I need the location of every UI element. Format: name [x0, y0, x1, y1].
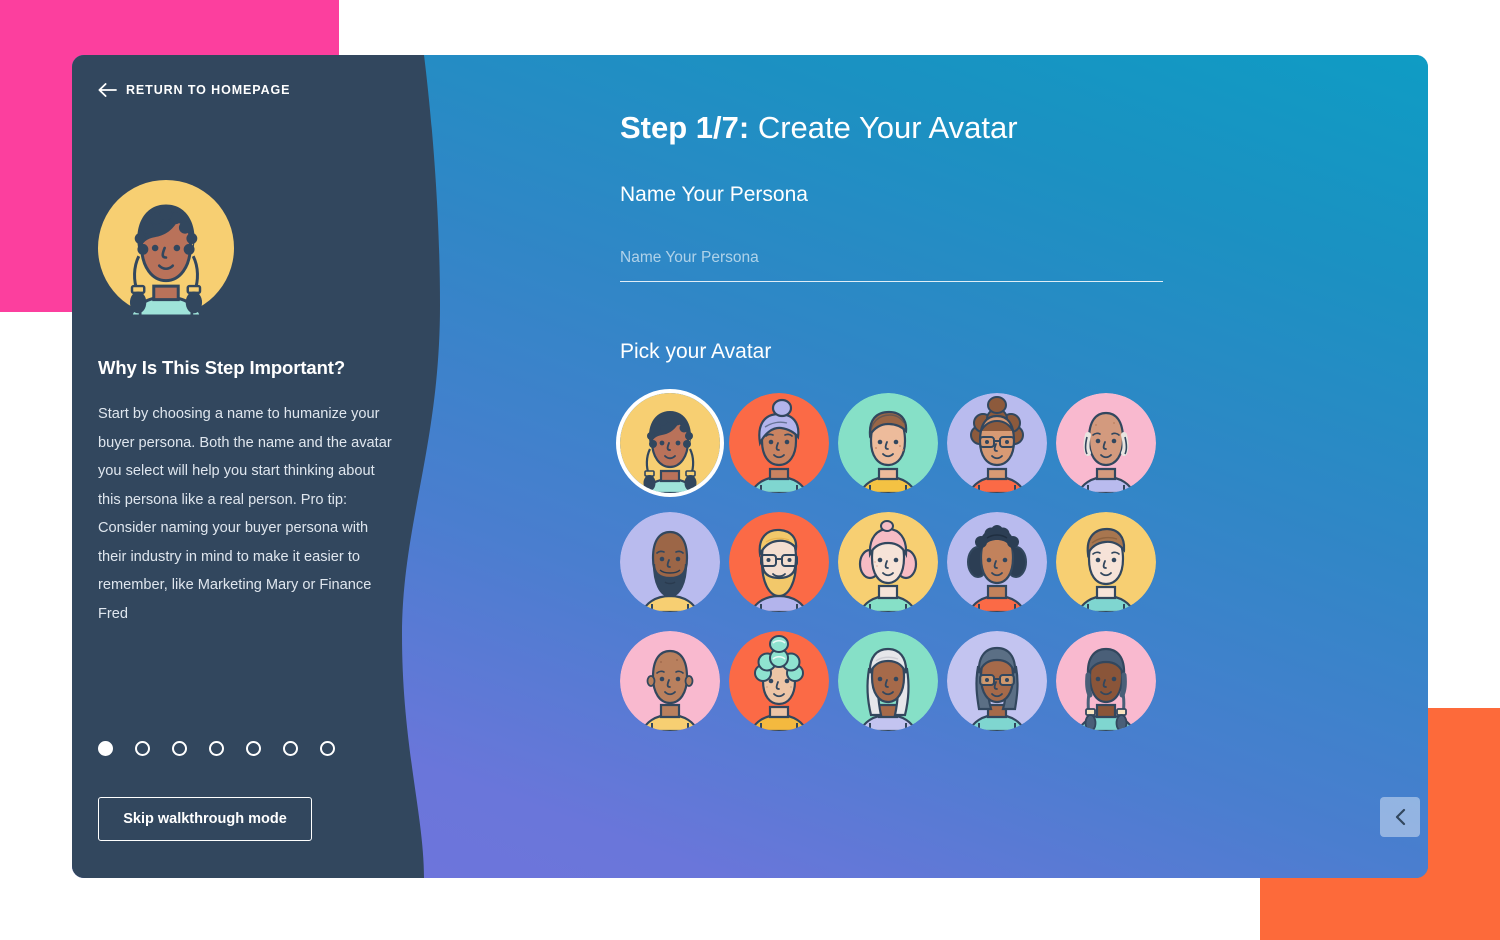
avatar-option-1[interactable]	[620, 393, 720, 493]
avatar-option-13[interactable]	[838, 631, 938, 731]
arrow-left-icon	[98, 83, 117, 97]
scrollbar-track[interactable]	[1311, 95, 1321, 822]
avatar-option-4[interactable]	[947, 393, 1047, 493]
return-to-homepage-link[interactable]: RETURN TO HOMEPAGE	[98, 83, 290, 97]
pagination-dot-3[interactable]	[172, 741, 187, 756]
avatar-option-12[interactable]	[729, 631, 829, 731]
avatar-option-2[interactable]	[729, 393, 829, 493]
persona-name-input[interactable]	[620, 241, 1163, 282]
step-title-text: Create Your Avatar	[757, 110, 1018, 145]
name-field-label: Name Your Persona	[620, 183, 808, 206]
avatar-option-14[interactable]	[947, 631, 1047, 731]
pagination-dot-5[interactable]	[246, 741, 261, 756]
pagination-dot-4[interactable]	[209, 741, 224, 756]
avatar-option-10[interactable]	[1056, 512, 1156, 612]
sidebar-heading: Why Is This Step Important?	[98, 357, 346, 378]
pagination-dot-2[interactable]	[135, 741, 150, 756]
avatar-option-11[interactable]	[620, 631, 720, 731]
avatar-option-8[interactable]	[838, 512, 938, 612]
previous-step-button[interactable]	[1380, 797, 1420, 837]
pagination-dot-7[interactable]	[320, 741, 335, 756]
avatar-option-5[interactable]	[1056, 393, 1156, 493]
avatar-option-9[interactable]	[947, 512, 1047, 612]
avatar-option-6[interactable]	[620, 512, 720, 612]
skip-walkthrough-button[interactable]: Skip walkthrough mode	[98, 797, 312, 841]
step-pagination	[98, 741, 335, 756]
pagination-dot-1[interactable]	[98, 741, 113, 756]
avatar-option-15[interactable]	[1056, 631, 1156, 731]
avatar-option-7[interactable]	[729, 512, 829, 612]
step-counter: Step 1/7:	[620, 110, 750, 145]
avatar-grid	[620, 393, 1165, 731]
page-title: Step 1/7: Create Your Avatar	[620, 110, 1018, 146]
walkthrough-card: RETURN TO HOMEPAGE Why Is This Step Impo…	[72, 55, 1428, 878]
return-link-label: RETURN TO HOMEPAGE	[126, 83, 291, 97]
main-content: Step 1/7: Create Your Avatar Name Your P…	[472, 55, 1428, 878]
sidebar-body-text: Start by choosing a name to humanize you…	[98, 406, 392, 622]
pagination-dot-6[interactable]	[283, 741, 298, 756]
pick-avatar-label: Pick your Avatar	[620, 340, 772, 363]
persona-avatar-preview	[98, 180, 234, 316]
avatar-option-3[interactable]	[838, 393, 938, 493]
chevron-left-icon	[1395, 808, 1405, 826]
